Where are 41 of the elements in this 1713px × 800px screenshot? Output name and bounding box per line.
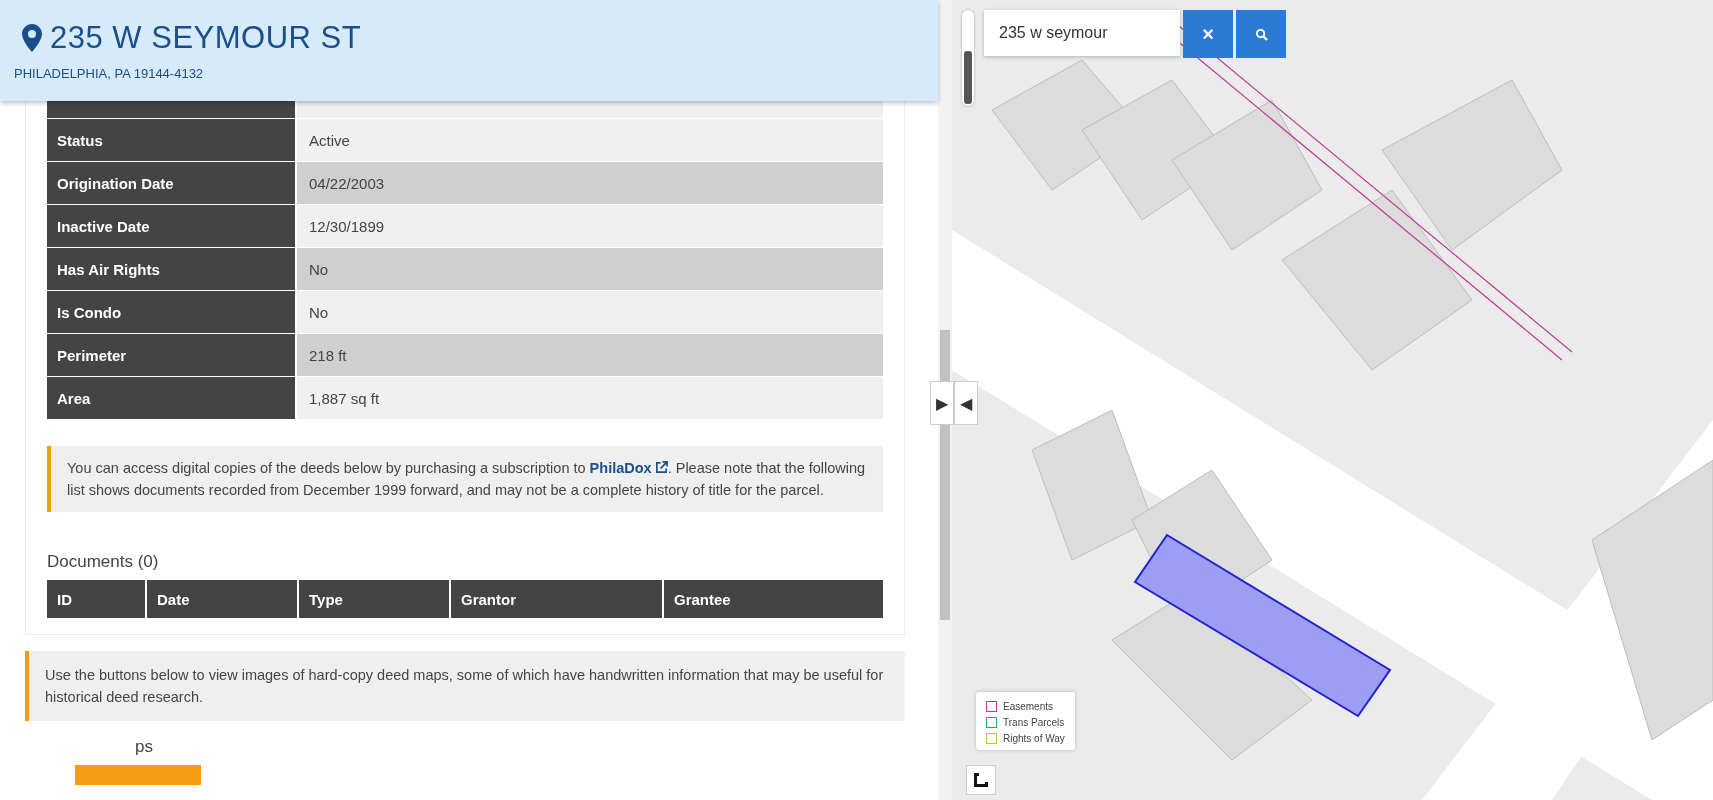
collapse-panel-button[interactable]: ◀ (954, 381, 978, 425)
search-field[interactable]: 235 w seymour (984, 10, 1180, 56)
search-button[interactable] (1236, 10, 1286, 58)
table-header-cell: Area (47, 377, 297, 419)
search-icon (1254, 27, 1268, 41)
column-header: Type (299, 580, 451, 618)
table-cell: 218 ft (297, 334, 883, 376)
table-header-cell: Is Condo (47, 291, 297, 333)
documents-heading: Documents (0) (47, 552, 160, 572)
external-link-icon (654, 461, 668, 474)
measure-tool-button[interactable] (966, 765, 996, 795)
column-header: ID (47, 580, 147, 618)
address-title: 235 W SEYMOUR ST (50, 20, 362, 56)
clear-button[interactable]: × (1183, 10, 1233, 58)
section-heading: ps (135, 737, 154, 757)
table-header-cell: Perimeter (47, 334, 297, 376)
zoom-slider[interactable] (962, 10, 974, 106)
philadox-link[interactable]: PhilaDox (589, 460, 668, 476)
table-cell: No (297, 248, 883, 290)
table-cell: 04/22/2003 (297, 162, 883, 204)
column-header: Date (147, 580, 299, 618)
legend-label: Rights of Way (1003, 732, 1065, 744)
table-header-cell: Status (47, 119, 297, 161)
table-header-cell: Origination Date (47, 162, 297, 204)
deeds-notice: You can access digital copies of the deeds below by purchasing a subscription to PhilaDox . Please note that the following list shows documents recorded from December 1999 forward, and may not be a complete history of title for the parcel. (47, 446, 883, 512)
address-subtitle: PHILADELPHIA, PA 19144-4132 (14, 66, 205, 81)
table-cell: Active (297, 119, 883, 161)
deed-maps-notice: Use the buttons below to view images of hard-copy deed maps, some of which have handwritten information that may be useful for historical deed research. (25, 651, 905, 721)
ruler-icon (973, 772, 989, 788)
map-pin-icon (22, 24, 42, 52)
table-cell: 1,887 sq ft (297, 377, 883, 419)
legend-label: Trans Parcels (1003, 716, 1065, 728)
expand-panel-button[interactable]: ▶ (930, 381, 954, 425)
legend-label: Easements (1003, 700, 1054, 712)
table-header-cell: Has Air Rights (47, 248, 297, 290)
table-cell: 12/30/1899 (297, 205, 883, 247)
table-cell: No (297, 291, 883, 333)
scrollbar[interactable] (938, 0, 952, 800)
column-header: Grantor (451, 580, 664, 618)
table-header-cell: Inactive Date (47, 205, 297, 247)
column-header: Grantee (664, 580, 883, 618)
